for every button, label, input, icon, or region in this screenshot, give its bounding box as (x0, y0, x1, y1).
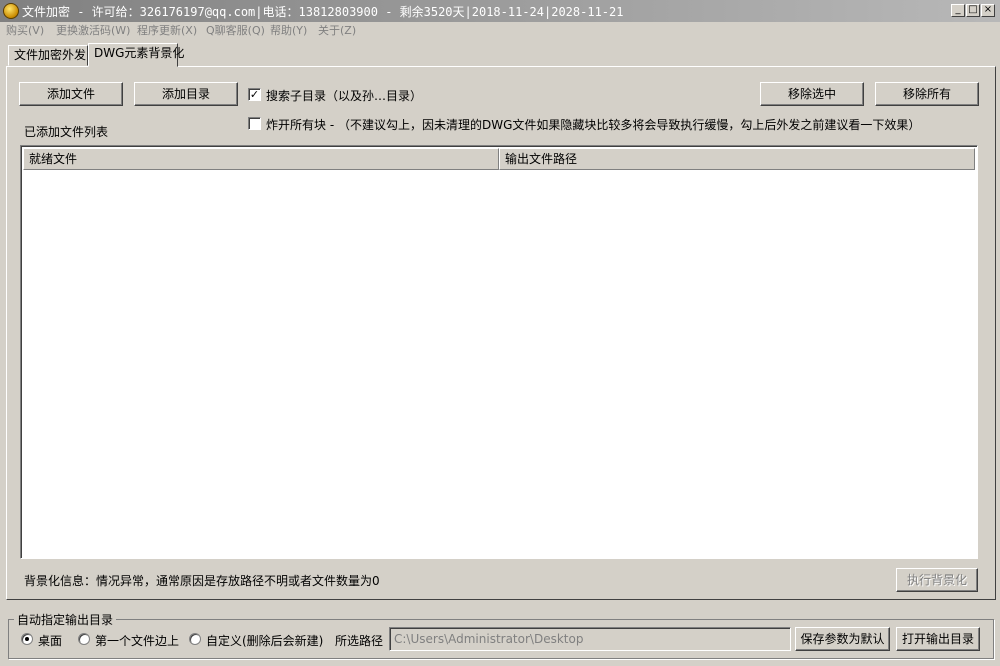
radio-beside-first-file-label: 第一个文件边上 (95, 634, 180, 648)
menu-qq-support[interactable]: Q聊客服(Q) (206, 22, 265, 40)
add-directory-button[interactable]: 添加目录 (134, 82, 238, 106)
output-path-field[interactable]: C:\Users\Administrator\Desktop (389, 627, 791, 651)
menu-help[interactable]: 帮助(Y) (270, 22, 307, 40)
search-subdir-label: 搜索子目录（以及孙…目录） (266, 89, 423, 103)
explode-blocks-checkbox[interactable] (248, 117, 261, 130)
close-button[interactable]: × (981, 4, 995, 17)
menu-change-activation[interactable]: 更换激活码(W) (56, 22, 130, 40)
radio-desktop[interactable] (21, 633, 33, 645)
radio-beside-first-file[interactable] (78, 633, 90, 645)
menu-update[interactable]: 程序更新(X) (137, 22, 197, 40)
run-background-button[interactable]: 执行背景化 (896, 568, 978, 592)
file-list-caption: 已添加文件列表 (24, 125, 109, 139)
file-list[interactable]: 就绪文件 输出文件路径 (20, 145, 978, 559)
search-subdir-checkbox[interactable]: ✓ (248, 88, 261, 101)
radio-custom-label: 自定义(删除后会新建) (206, 634, 324, 648)
title-bar: 文件加密 - 许可给：326176197@qq.com|电话：138128039… (0, 0, 1000, 22)
add-file-button[interactable]: 添加文件 (19, 82, 123, 106)
minimize-button[interactable]: _ (951, 4, 965, 17)
radio-custom[interactable] (189, 633, 201, 645)
save-defaults-button[interactable]: 保存参数为默认 (795, 627, 890, 651)
tab-file-encrypt[interactable]: 文件加密外发 (8, 45, 88, 66)
menu-bar: 购买(V) 更换激活码(W) 程序更新(X) Q聊客服(Q) 帮助(Y) 关于(… (0, 22, 1000, 40)
menu-about[interactable]: 关于(Z) (318, 22, 356, 40)
app-icon (3, 3, 19, 19)
explode-blocks-label: 炸开所有块 - （不建议勾上，因未清理的DWG文件如果隐藏块比较多将会导致执行缓… (266, 118, 921, 132)
output-group-title: 自动指定输出目录 (14, 611, 117, 628)
remove-selected-button[interactable]: 移除选中 (760, 82, 864, 106)
window-title: 文件加密 - 许可给：326176197@qq.com|电话：138128039… (22, 5, 624, 19)
column-header-ready-file[interactable]: 就绪文件 (23, 148, 499, 170)
maximize-button[interactable]: □ (966, 4, 980, 17)
menu-buy[interactable]: 购买(V) (6, 22, 44, 40)
path-label: 所选路径 (335, 634, 384, 648)
remove-all-button[interactable]: 移除所有 (875, 82, 979, 106)
status-info: 背景化信息：情况异常，通常原因是存放路径不明或者文件数量为0 (24, 574, 380, 588)
radio-desktop-label: 桌面 (38, 634, 63, 648)
tab-dwg-background[interactable]: DWG元素背景化 (88, 43, 184, 67)
column-header-output-path[interactable]: 输出文件路径 (499, 148, 975, 170)
open-output-dir-button[interactable]: 打开输出目录 (896, 627, 980, 651)
